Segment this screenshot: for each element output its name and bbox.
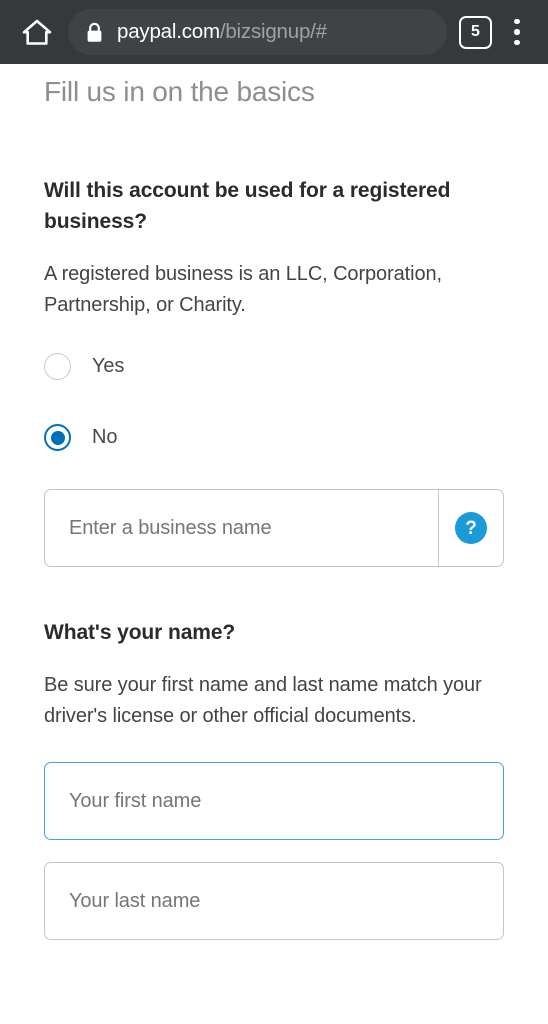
page-inner: Fill us in on the basics Will this accou… (0, 64, 548, 941)
home-icon (22, 19, 52, 45)
tab-count-label: 5 (471, 23, 480, 40)
spacer-question-helper (44, 237, 504, 259)
overflow-menu-icon-dot2 (514, 29, 520, 35)
name-helper-text: Be sure your first name and last name ma… (44, 674, 482, 728)
spacer-namequestion-helper (44, 648, 504, 670)
last-name-input[interactable] (45, 863, 503, 940)
lock-icon (86, 22, 103, 42)
url-text: paypal.com/bizsignup/# (117, 20, 327, 44)
url-domain: paypal.com (117, 20, 220, 43)
first-name-input[interactable] (45, 763, 503, 840)
spacer-radios-input (44, 451, 504, 489)
spacer-helper-radios (44, 321, 504, 353)
radio-yes-icon[interactable] (44, 353, 71, 381)
business-name-field[interactable]: ? (44, 489, 504, 568)
radio-no-label: No (92, 426, 118, 449)
first-name-field[interactable] (44, 762, 504, 841)
spacer-between-name-inputs (44, 840, 504, 862)
browser-toolbar: paypal.com/bizsignup/# 5 (0, 0, 548, 64)
screen-root: paypal.com/bizsignup/# 5 Fill us in on t… (0, 0, 548, 1024)
radio-option-no[interactable]: No (44, 424, 504, 452)
last-name-field[interactable] (44, 862, 504, 941)
registered-business-helper-text: A registered business is an LLC, Corpora… (44, 263, 442, 317)
page-content: Fill us in on the basics Will this accou… (0, 64, 548, 1024)
radio-yes-label: Yes (92, 355, 125, 378)
business-name-input[interactable] (45, 490, 438, 567)
help-question-icon[interactable]: ? (455, 512, 487, 545)
home-button[interactable] (14, 9, 60, 55)
spacer-title-question (44, 109, 504, 175)
overflow-menu-button[interactable] (500, 12, 534, 52)
spacer-input-namesection (44, 567, 504, 617)
business-name-help-slot[interactable]: ? (439, 490, 503, 566)
overflow-menu-icon (514, 18, 520, 25)
url-bar[interactable]: paypal.com/bizsignup/# (68, 9, 447, 55)
radio-no-icon-selected[interactable] (44, 424, 71, 452)
tab-switcher-button[interactable]: 5 (459, 15, 492, 49)
spacer-between-radios (44, 380, 504, 424)
overflow-menu-icon-dot3 (514, 39, 520, 46)
registered-business-question: Will this account be used for a register… (44, 179, 451, 234)
spacer-namehelper-inputs (44, 732, 504, 762)
name-question: What's your name? (44, 621, 236, 645)
url-path: /bizsignup/# (219, 20, 327, 43)
radio-no-dot (50, 430, 65, 445)
radio-option-yes[interactable]: Yes (44, 353, 504, 381)
page-title: Fill us in on the basics (44, 76, 315, 107)
